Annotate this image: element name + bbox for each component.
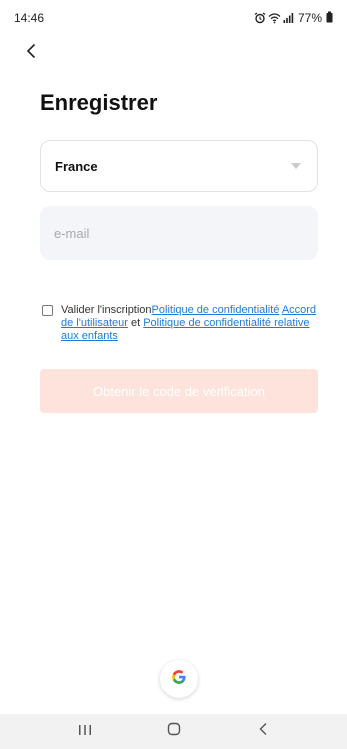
agreement-text: Valider l'inscriptionPolitique de confid… <box>61 304 318 343</box>
alarm-icon <box>254 12 266 24</box>
battery-percent: 77% <box>297 11 322 25</box>
email-input[interactable] <box>40 206 318 260</box>
back-icon <box>258 722 268 741</box>
google-icon <box>171 669 187 690</box>
recent-apps-icon <box>78 723 92 741</box>
signal-icon <box>283 12 294 24</box>
country-select[interactable]: France <box>40 140 318 192</box>
privacy-policy-link[interactable]: Politique de confidentialité <box>152 304 280 316</box>
page-title: Enregistrer <box>40 90 158 115</box>
get-verification-code-button[interactable]: Obtenir le code de vérification <box>40 369 318 413</box>
back-button[interactable] <box>20 42 42 64</box>
status-time: 14:46 <box>14 11 45 25</box>
home-button[interactable] <box>154 717 194 747</box>
agreement-conjunction: et <box>127 317 144 329</box>
agreement-prefix: Valider l'inscription <box>61 304 152 316</box>
home-icon <box>167 722 181 741</box>
country-value: France <box>55 158 98 174</box>
google-signin-button[interactable] <box>160 660 198 698</box>
agreement-block: Valider l'inscriptionPolitique de confid… <box>42 304 318 343</box>
system-back-button[interactable] <box>243 717 283 747</box>
recent-apps-button[interactable] <box>65 717 105 747</box>
wifi-icon <box>268 12 281 24</box>
system-nav-bar <box>0 714 347 749</box>
agreement-checkbox[interactable] <box>42 305 53 316</box>
status-right: 77% <box>254 11 333 26</box>
status-bar: 14:46 77% <box>0 0 347 36</box>
battery-icon <box>326 11 333 26</box>
status-icons <box>254 12 294 24</box>
caret-down-icon <box>291 163 301 169</box>
chevron-left-icon <box>25 43 37 64</box>
